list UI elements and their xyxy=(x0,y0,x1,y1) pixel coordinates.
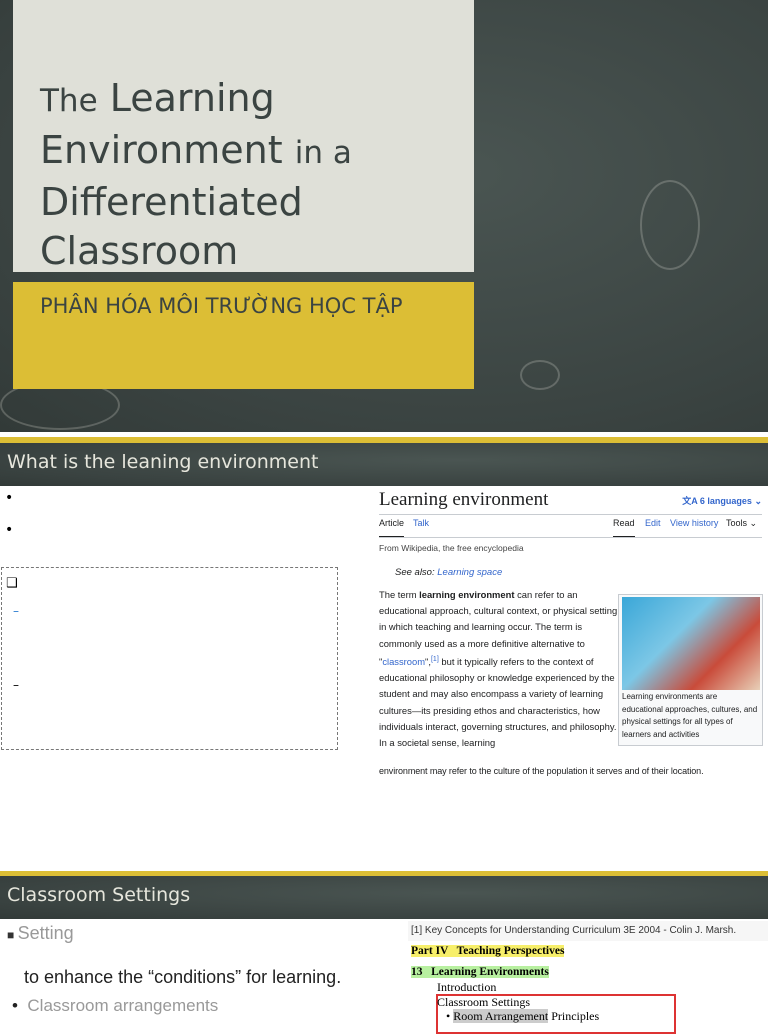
dashed-text-box: ❑ – – xyxy=(1,567,338,750)
list-item: • Classroom arrangements xyxy=(12,996,219,1015)
slide-title: The Learning Environment in a Differenti… xyxy=(40,74,460,276)
item-text: Classroom arrangements xyxy=(27,996,219,1015)
highlighted-text: Room Arrangement xyxy=(453,1009,549,1023)
wikipedia-screenshot: Learning environment 文A 6 languages ⌄ Ar… xyxy=(370,487,768,787)
chalk-drawing xyxy=(640,180,700,270)
tab-read[interactable]: Read xyxy=(613,518,635,538)
languages-label: 6 languages xyxy=(699,496,752,506)
classroom-photo[interactable] xyxy=(622,597,760,690)
item-text: Setting xyxy=(17,923,74,943)
bold-term: learning environment xyxy=(419,589,515,600)
toc-section: Classroom Settings xyxy=(437,995,531,1009)
wiki-paragraph-end: environment may refer to the culture of … xyxy=(379,766,704,776)
wiki-paragraph: The term learning environment can refer … xyxy=(379,589,618,748)
slide3-title: Classroom Settings xyxy=(7,884,191,906)
figure-caption: Learning environments are educational ap… xyxy=(622,692,758,740)
reference-screenshot: [1] Key Concepts for Understanding Curri… xyxy=(408,917,768,1034)
wiki-figure: Learning environments are educational ap… xyxy=(618,594,763,746)
see-also: See also: Learning space xyxy=(395,567,502,578)
tools-label: Tools xyxy=(726,518,748,528)
title-box: The Learning Environment in a Differenti… xyxy=(13,0,474,273)
slide3-header: Classroom Settings xyxy=(0,876,768,919)
see-also-label: See also: xyxy=(395,567,435,578)
slide2-title: What is the leaning environment xyxy=(7,451,319,473)
checkbox-bullet: ❑ xyxy=(6,576,18,591)
divider xyxy=(379,514,762,515)
tab-article[interactable]: Article xyxy=(379,518,405,538)
tab-view-history[interactable]: View history xyxy=(670,518,718,528)
bullet: • xyxy=(5,490,14,506)
wiki-title: Learning environment xyxy=(379,489,549,510)
text: but it typically refers to the context o… xyxy=(379,655,617,748)
chapter-heading: 13 Learning Environments xyxy=(411,966,549,978)
text: Principles xyxy=(548,1009,600,1023)
slide-subtitle: PHÂN HÓA MÔI TRƯỜNG HỌC TẬP xyxy=(40,294,403,318)
title-word: in a xyxy=(294,135,352,171)
toc-intro: Introduction xyxy=(437,980,497,994)
title-word: Differentiated xyxy=(40,180,303,224)
bullet: • xyxy=(5,522,14,538)
tab-talk[interactable]: Talk xyxy=(413,518,429,528)
tab-tools[interactable]: Tools ⌄ xyxy=(726,518,757,529)
toc-subsection: • Room Arrangement Principles xyxy=(446,1009,600,1023)
title-slide: The Learning Environment in a Differenti… xyxy=(0,0,768,432)
title-word: The xyxy=(40,83,98,119)
citation: [1] Key Concepts for Understanding Curri… xyxy=(408,921,768,941)
languages-button[interactable]: 文A 6 languages ⌄ xyxy=(682,494,762,507)
translate-icon: 文A xyxy=(682,496,700,506)
dash-bullet: – xyxy=(13,604,19,618)
text: The term xyxy=(379,589,420,600)
wiki-tagline: From Wikipedia, the free encyclopedia xyxy=(379,543,524,553)
classroom-link[interactable]: classroom xyxy=(382,656,425,667)
list-item: to enhance the “conditions” for learning… xyxy=(24,967,342,987)
slide2-header: What is the leaning environment xyxy=(0,443,768,486)
title-word: Learning xyxy=(109,76,275,120)
divider xyxy=(379,537,762,538)
dash-bullet: – xyxy=(13,678,19,692)
title-word: Classroom xyxy=(40,229,239,273)
see-also-link[interactable]: Learning space xyxy=(437,567,502,578)
chalk-drawing xyxy=(520,360,560,390)
part-heading: Part IV Teaching Perspectives xyxy=(411,945,565,957)
tab-edit[interactable]: Edit xyxy=(645,518,661,528)
list-item: ■ Setting xyxy=(7,923,74,943)
citation-link[interactable]: [1] xyxy=(431,656,439,663)
title-word: Environment xyxy=(40,128,283,172)
subtitle-box: PHÂN HÓA MÔI TRƯỜNG HỌC TẬP xyxy=(13,282,474,389)
